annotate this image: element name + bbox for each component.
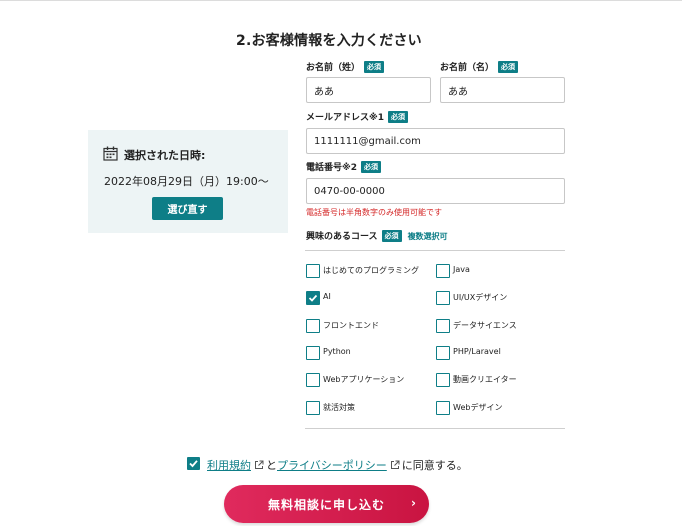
- agreement-connector: と: [266, 459, 277, 472]
- privacy-policy-link[interactable]: プライバシーポリシー: [277, 459, 387, 472]
- course-option-label: PHP/Laravel: [453, 347, 501, 356]
- page-title: 2.お客様情報を入力ください: [236, 33, 422, 49]
- email-label: メールアドレス※1 必須: [306, 110, 409, 123]
- chevron-right-icon: ›: [411, 496, 417, 510]
- course-checkbox[interactable]: [306, 319, 320, 333]
- submit-button-label: 無料相談に申し込む: [267, 497, 385, 512]
- course-option-label: Python: [323, 347, 351, 356]
- course-checkbox[interactable]: [306, 346, 320, 360]
- courses-label: 興味のあるコース 必須 複数選択可: [306, 229, 448, 242]
- course-option-label: はじめてのプログラミング: [323, 266, 419, 275]
- course-checkbox[interactable]: [306, 291, 320, 305]
- course-checkbox[interactable]: [306, 401, 320, 415]
- calendar-icon: [103, 146, 118, 161]
- agreement-text: 利用規約 とプライバシーポリシー に同意する。: [207, 457, 468, 473]
- first-name-input[interactable]: [440, 77, 565, 103]
- first-name-label: お名前（名） 必須: [440, 60, 519, 73]
- selected-date-label: 選択された日時:: [124, 149, 206, 162]
- reselect-button[interactable]: 選び直す: [152, 197, 223, 220]
- phone-input[interactable]: [306, 178, 565, 204]
- course-checkbox[interactable]: [436, 319, 450, 333]
- required-badge: 必須: [361, 161, 382, 173]
- last-name-label: お名前（姓） 必須: [306, 60, 385, 73]
- phone-label: 電話番号※2 必須: [306, 160, 382, 173]
- course-option-label: UI/UXデザイン: [453, 293, 508, 302]
- external-link-icon: [254, 460, 264, 473]
- phone-error-message: 電話番号は半角数字のみ使用可能です: [306, 208, 442, 217]
- course-option-label: Webアプリケーション: [323, 375, 405, 384]
- course-option-label: 就活対策: [323, 403, 355, 412]
- course-checkbox[interactable]: [436, 264, 450, 278]
- selected-date-panel: 選択された日時: 2022年08月29日（月）19:00〜 選び直す: [88, 130, 288, 233]
- course-checkbox[interactable]: [436, 346, 450, 360]
- selected-date-value: 2022年08月29日（月）19:00〜: [104, 175, 269, 188]
- submit-button[interactable]: 無料相談に申し込む ›: [224, 485, 429, 523]
- course-option-label: Webデザイン: [453, 403, 503, 412]
- course-option-label: フロントエンド: [323, 321, 379, 330]
- phone-label-text: 電話番号※2: [306, 163, 358, 173]
- courses-divider-bottom: [305, 428, 565, 429]
- course-option-label: AI: [323, 292, 331, 301]
- top-divider: [0, 0, 682, 1]
- course-checkbox[interactable]: [306, 264, 320, 278]
- last-name-label-text: お名前（姓）: [306, 63, 361, 73]
- course-checkbox[interactable]: [306, 373, 320, 387]
- course-option-label: 動画クリエイター: [453, 375, 517, 384]
- required-badge: 必須: [381, 230, 402, 242]
- terms-link[interactable]: 利用規約: [207, 459, 251, 472]
- multi-select-note: 複数選択可: [407, 232, 448, 241]
- external-link-icon: [390, 460, 400, 473]
- agreement-suffix: に同意する。: [401, 459, 468, 472]
- required-badge: 必須: [364, 61, 385, 73]
- last-name-input[interactable]: [306, 77, 431, 103]
- email-label-text: メールアドレス※1: [306, 113, 385, 123]
- courses-label-text: 興味のあるコース: [306, 232, 378, 242]
- course-option-label: データサイエンス: [453, 321, 517, 330]
- course-checkbox[interactable]: [436, 291, 450, 305]
- required-badge: 必須: [498, 61, 519, 73]
- courses-divider-top: [305, 250, 565, 251]
- email-input[interactable]: [306, 128, 565, 154]
- required-badge: 必須: [388, 111, 409, 123]
- course-option-label: Java: [453, 265, 470, 274]
- agreement-checkbox[interactable]: [187, 457, 200, 470]
- course-checkbox[interactable]: [436, 373, 450, 387]
- first-name-label-text: お名前（名）: [440, 63, 495, 73]
- course-checkbox[interactable]: [436, 401, 450, 415]
